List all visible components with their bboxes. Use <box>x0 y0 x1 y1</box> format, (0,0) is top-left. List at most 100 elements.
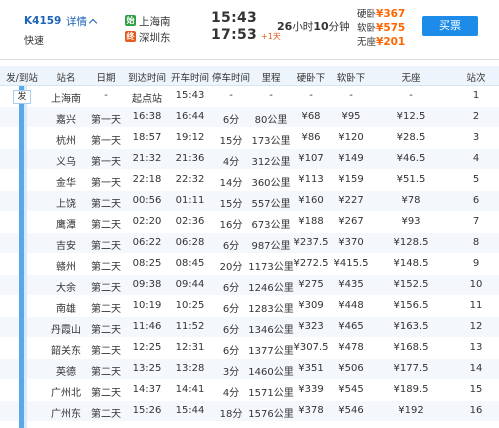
column-header: 停车时间 <box>211 73 251 84</box>
cell-station[interactable]: 大余 <box>56 279 76 294</box>
table-row: 吉安 第二天 06:22 06:28 6分 987公里 ¥237.5 ¥370 ¥128.5 8 <box>0 233 499 253</box>
train-number[interactable]: K4159 <box>24 15 61 27</box>
cell-arrive-time: 10:19 <box>132 300 162 311</box>
cell-arrive-time: 09:38 <box>132 279 162 290</box>
cell-stop-index: 2 <box>472 111 480 122</box>
cell-hard-sleeper-lower: ¥339 <box>298 384 324 395</box>
cell-hard-sleeper-lower: ¥351 <box>298 363 324 374</box>
cell-station[interactable]: 嘉兴 <box>56 111 76 126</box>
cell-stop-duration: 6分 <box>222 115 240 126</box>
cell-station[interactable]: 广州北 <box>51 384 81 399</box>
cell-hard-sleeper-lower: ¥68 <box>301 111 321 122</box>
cell-soft-sleeper-lower: ¥415.5 <box>333 258 369 269</box>
detail-toggle-link[interactable]: 详情 <box>66 14 98 29</box>
column-header: 硬卧下 <box>296 73 326 84</box>
cell-soft-sleeper-lower: ¥465 <box>338 321 364 332</box>
cell-distance: 1460公里 <box>248 367 294 378</box>
buy-ticket-button[interactable]: 买票 <box>422 16 478 36</box>
cell-arrive-time: 21:32 <box>132 153 162 164</box>
cell-stop-duration: 20分 <box>219 262 243 273</box>
column-header: 里程 <box>261 73 281 84</box>
cell-distance: 1246公里 <box>248 283 294 294</box>
cell-date: 第二天 <box>91 409 121 420</box>
cell-no-seat: - <box>409 90 413 101</box>
cell-soft-sleeper-lower: ¥267 <box>338 216 364 227</box>
column-header: 软卧下 <box>336 73 366 84</box>
cell-date: 第二天 <box>91 388 121 399</box>
cell-station[interactable]: 金华 <box>56 174 76 189</box>
cell-station[interactable]: 广州东 <box>51 405 81 420</box>
table-row: 上饶 第二天 00:56 01:11 15分 557公里 ¥160 ¥227 ¥78 6 <box>0 191 499 211</box>
cell-soft-sleeper-lower: ¥448 <box>338 300 364 311</box>
cell-stop-index: 7 <box>472 216 480 227</box>
table-row: 大余 第二天 09:38 09:44 6分 1246公里 ¥275 ¥435 ¥152.5 10 <box>0 275 499 295</box>
depart-marker: 发 <box>13 90 31 104</box>
cell-stop-duration: 14分 <box>219 178 243 189</box>
table-row: 鹰潭 第二天 02:20 02:36 16分 673公里 ¥188 ¥267 ¥93 7 <box>0 212 499 232</box>
cell-depart-time: 06:28 <box>175 237 205 248</box>
cell-depart-time: 13:28 <box>175 363 205 374</box>
cell-date: 第二天 <box>91 262 121 273</box>
cell-arrive-time: 11:46 <box>132 321 162 332</box>
cell-distance: 1173公里 <box>248 262 294 273</box>
cell-stop-index: 14 <box>469 363 483 374</box>
cell-date: 第二天 <box>91 220 121 231</box>
cell-arrive-time: 15:26 <box>132 405 162 416</box>
cell-distance: 987公里 <box>251 241 291 252</box>
cell-station[interactable]: 义乌 <box>56 153 76 168</box>
cell-depart-time: 09:44 <box>175 279 205 290</box>
cell-arrive-time: 起点站 <box>132 94 162 105</box>
cell-station[interactable]: 赣州 <box>56 258 76 273</box>
cell-depart-time: 19:12 <box>175 132 205 143</box>
cell-distance: 1377公里 <box>248 346 294 357</box>
cell-no-seat: ¥189.5 <box>393 384 429 395</box>
column-header: 站名 <box>56 73 76 84</box>
cell-depart-time: 01:11 <box>175 195 205 206</box>
cell-distance: 1571公里 <box>248 388 294 399</box>
cell-station[interactable]: 上饶 <box>56 195 76 210</box>
cell-no-seat: ¥28.5 <box>396 132 426 143</box>
price-no-seat: 无座¥201 <box>357 36 406 48</box>
train-summary-header: K4159 详情 快速 始 上海南 终 深圳东 15:43 17:53 +1天 … <box>0 0 499 60</box>
cell-date: 第二天 <box>91 367 121 378</box>
cell-arrive-time: 16:38 <box>132 111 162 122</box>
table-row: 嘉兴 第一天 16:38 16:44 6分 80公里 ¥68 ¥95 ¥12.5 2 <box>0 107 499 127</box>
cell-hard-sleeper-lower: ¥323 <box>298 321 324 332</box>
column-header: 日期 <box>96 73 116 84</box>
cell-stop-index: 9 <box>472 258 480 269</box>
to-station: 深圳东 <box>139 32 171 44</box>
cell-soft-sleeper-lower: - <box>349 90 353 101</box>
cell-depart-time: 16:44 <box>175 111 205 122</box>
cell-station[interactable]: 英德 <box>56 363 76 378</box>
cell-station[interactable]: 上海南 <box>51 90 81 105</box>
cell-depart-time: 08:45 <box>175 258 205 269</box>
cell-station[interactable]: 南雄 <box>56 300 76 315</box>
column-header: 开车时间 <box>170 73 210 84</box>
table-row: 上海南 - 起点站 15:43 - - - - - 1 <box>0 86 499 106</box>
cell-arrive-time: 02:20 <box>132 216 162 227</box>
cell-hard-sleeper-lower: ¥86 <box>301 132 321 143</box>
column-header: 到达时间 <box>127 73 167 84</box>
cell-distance: 360公里 <box>251 178 291 189</box>
cell-date: 第一天 <box>91 136 121 147</box>
cell-depart-time: 14:41 <box>175 384 205 395</box>
cell-date: 第一天 <box>91 178 121 189</box>
cell-stop-index: 16 <box>469 405 483 416</box>
cell-station[interactable]: 鹰潭 <box>56 216 76 231</box>
cell-stop-duration: 3分 <box>222 367 240 378</box>
cell-hard-sleeper-lower: ¥160 <box>298 195 324 206</box>
cell-station[interactable]: 杭州 <box>56 132 76 147</box>
cell-station[interactable]: 韶关东 <box>51 342 81 357</box>
column-header: 无座 <box>401 73 421 84</box>
cell-depart-time: 02:36 <box>175 216 205 227</box>
cell-stop-index: 13 <box>469 342 483 353</box>
cell-stop-duration: 6分 <box>222 283 240 294</box>
cell-depart-time: 21:36 <box>175 153 205 164</box>
cell-arrive-time: 00:56 <box>132 195 162 206</box>
cell-stop-index: 12 <box>469 321 483 332</box>
cell-station[interactable]: 吉安 <box>56 237 76 252</box>
table-row: 赣州 第二天 08:25 08:45 20分 1173公里 ¥272.5 ¥415.5 ¥148… <box>0 254 499 274</box>
cell-no-seat: ¥12.5 <box>396 111 426 122</box>
cell-date: 第一天 <box>91 157 121 168</box>
cell-station[interactable]: 丹霞山 <box>51 321 81 336</box>
